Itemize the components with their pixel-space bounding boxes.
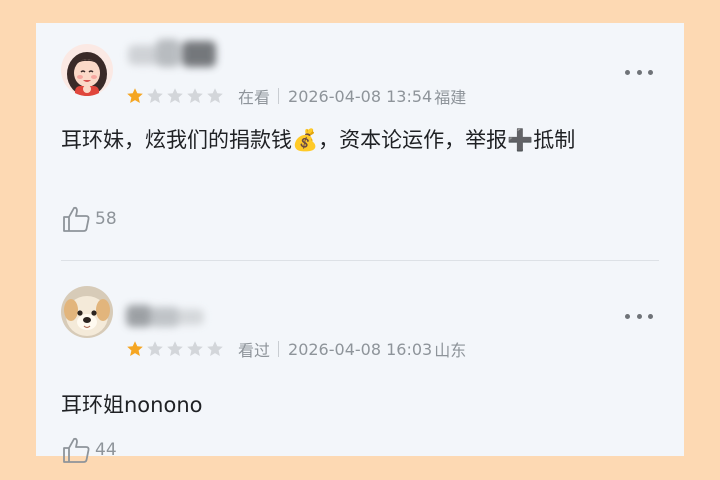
star-rating (126, 87, 224, 105)
thumbs-up-icon (63, 206, 90, 232)
review-item: 在看 2026-04-08 13:54 福建 耳环妹，炫我们的捐款钱💰，资本论运… (36, 23, 684, 261)
separator (278, 341, 280, 357)
star-empty-icon (147, 341, 163, 356)
star-filled-icon (127, 341, 143, 356)
like-count: 58 (95, 209, 117, 229)
like-button[interactable]: 58 (61, 203, 117, 235)
star-empty-icon (207, 88, 223, 103)
review-meta: 在看 2026-04-08 13:54 福建 (126, 86, 467, 107)
star-rating (126, 340, 224, 358)
thumbs-up-icon (63, 437, 90, 463)
location: 福建 (434, 88, 467, 107)
separator (278, 88, 280, 104)
star-empty-icon (147, 88, 163, 103)
review-text: 耳环妹，炫我们的捐款钱💰，资本论运作，举报➕抵制 (61, 128, 576, 152)
star-empty-icon (167, 88, 183, 103)
username-blurred (122, 301, 212, 331)
avatar[interactable] (61, 286, 113, 338)
avatar[interactable] (61, 44, 113, 96)
review-meta: 看过 2026-04-08 16:03 山东 (126, 339, 467, 360)
star-empty-icon (207, 341, 223, 356)
review-text: 耳环姐nonono (61, 393, 203, 417)
star-empty-icon (167, 341, 183, 356)
star-filled-icon (127, 88, 143, 103)
timestamp: 2026-04-08 16:03 (288, 339, 433, 359)
star-empty-icon (187, 88, 203, 103)
star-empty-icon (187, 341, 203, 356)
watch-status: 在看 (238, 88, 271, 107)
username-blurred (122, 35, 222, 71)
location: 山东 (434, 341, 467, 360)
more-options-icon[interactable] (625, 67, 653, 77)
reviews-card: 在看 2026-04-08 13:54 福建 耳环妹，炫我们的捐款钱💰，资本论运… (36, 23, 684, 463)
like-count: 44 (95, 440, 117, 460)
timestamp: 2026-04-08 13:54 (288, 86, 433, 106)
watch-status: 看过 (238, 341, 271, 360)
more-options-icon[interactable] (625, 311, 653, 321)
like-button[interactable]: 44 (61, 434, 117, 466)
review-item: 看过 2026-04-08 16:03 山东 耳环姐nonono 44 (36, 261, 684, 463)
